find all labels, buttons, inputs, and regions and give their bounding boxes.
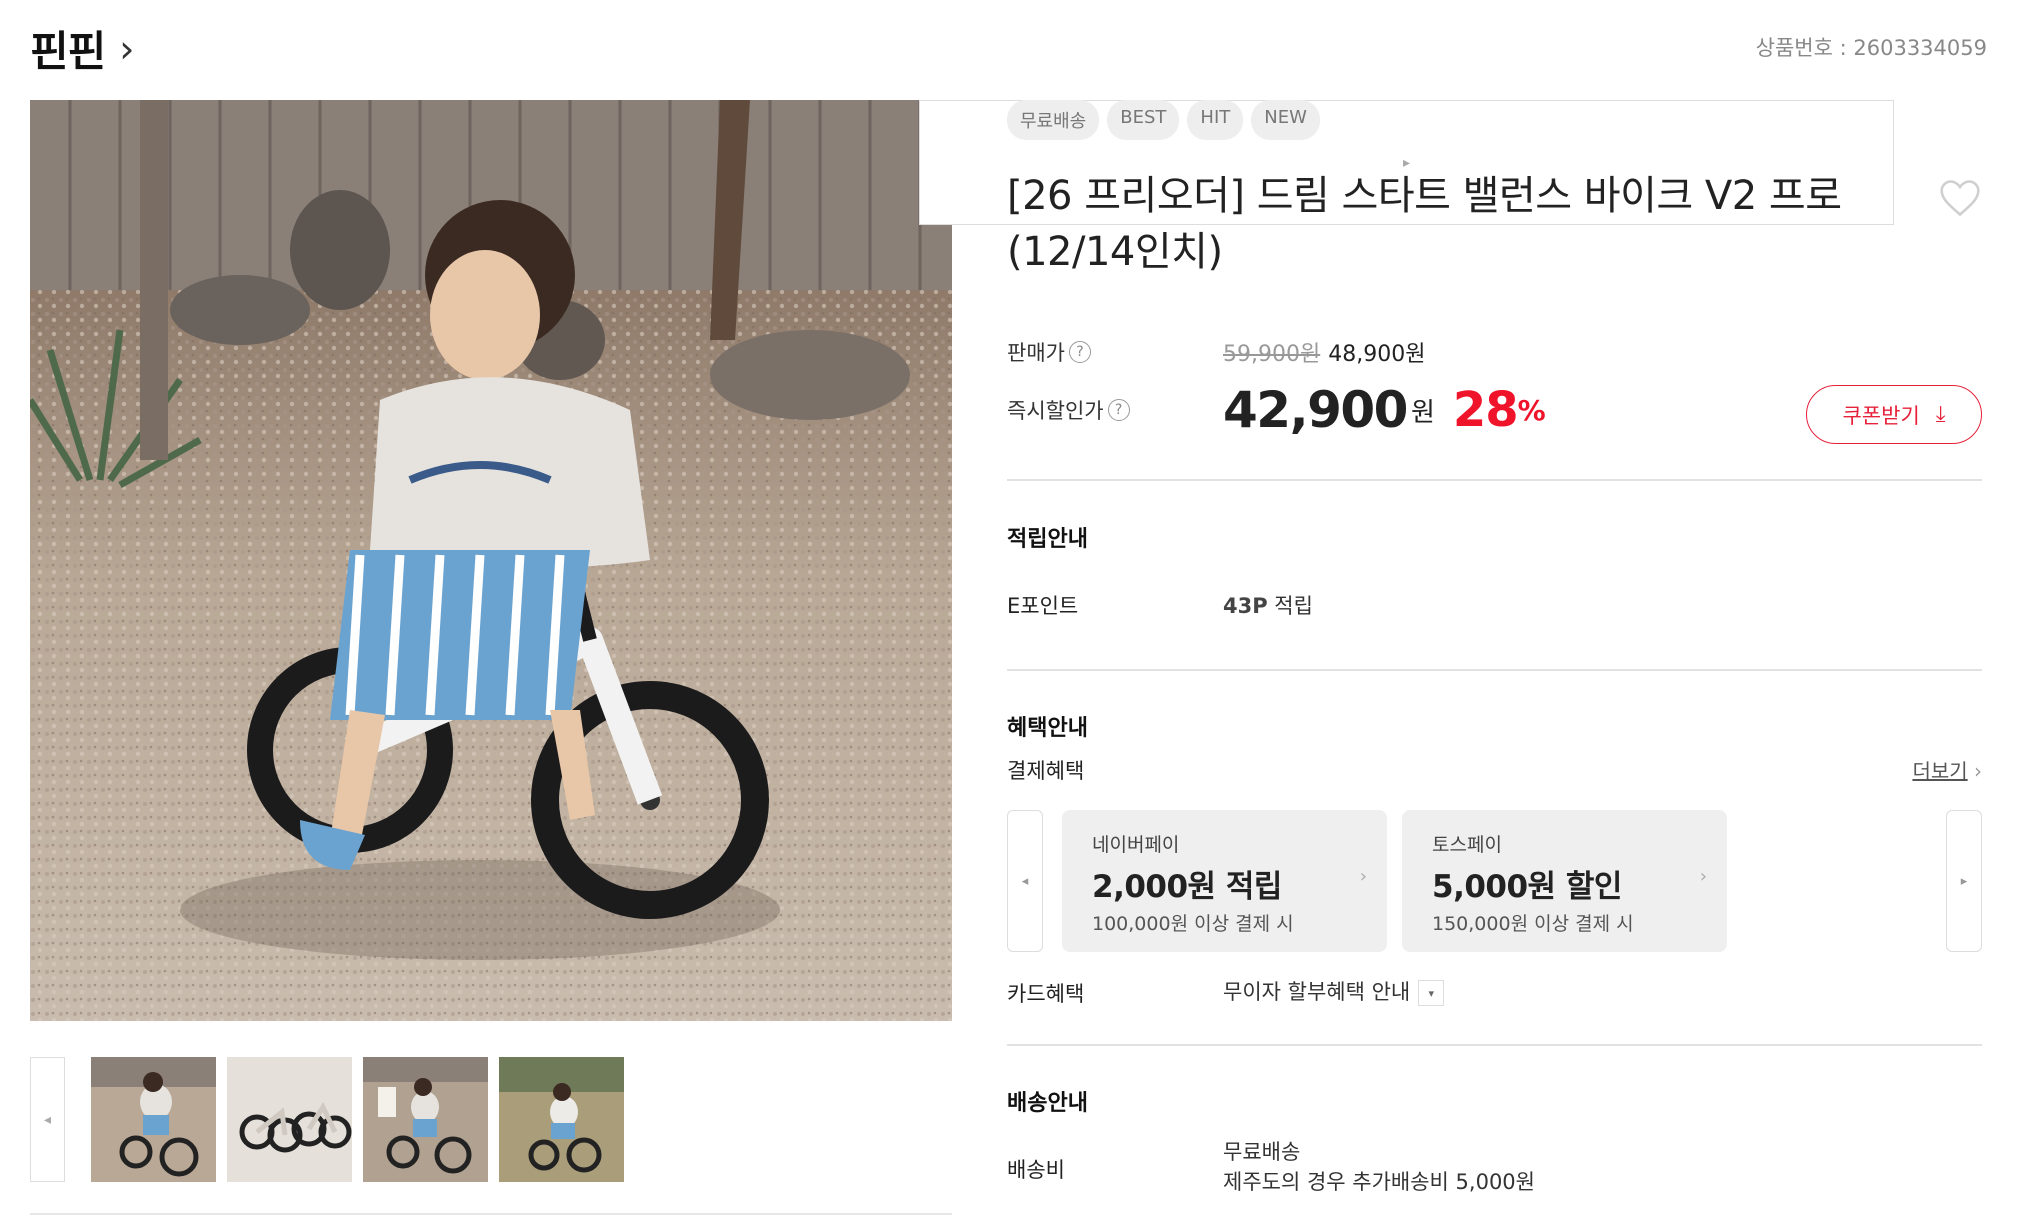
benefit-card-condition: 100,000원 이상 결제 시 — [1092, 913, 1294, 935]
percent-sign: % — [1517, 393, 1546, 427]
chevron-right-icon: › — [119, 26, 135, 71]
more-link-text: 더보기 — [1912, 759, 1968, 783]
shipping-section-title: 배송안내 — [1007, 1091, 1088, 1116]
heart-icon[interactable] — [1938, 176, 1982, 220]
divider — [1007, 1044, 1982, 1046]
benefit-card-name: 토스페이 — [1432, 834, 1502, 856]
shipping-fee-label: 배송비 — [1007, 1158, 1065, 1182]
benefit-card-amount: 2,000원 적립 — [1092, 869, 1282, 905]
payment-benefits-label: 결제혜택 — [1007, 759, 1085, 783]
chevron-right-icon: › — [1359, 866, 1367, 887]
divider — [1007, 479, 1982, 481]
thumbnail-prev-button[interactable]: ◂ — [30, 1057, 65, 1182]
shipping-fee-value: 무료배송 제주도의 경우 추가배송비 5,000원 — [1223, 1137, 1535, 1197]
benefit-prev-button[interactable]: ◂ — [1007, 810, 1043, 952]
points-amount: 43P — [1223, 594, 1268, 618]
product-info-panel: 무료배송 BEST HIT NEW [26 프리오더] 드림 스타트 밸런스 바… — [1007, 100, 1982, 1194]
points-suffix: 적립 — [1267, 594, 1313, 618]
thumbnail-1[interactable] — [91, 1057, 216, 1182]
badge-free-shipping: 무료배송 — [1007, 100, 1100, 140]
badge-list: 무료배송 BEST HIT NEW — [1007, 100, 1982, 140]
benefit-next-button[interactable]: ▸ — [1946, 810, 1982, 952]
sale-price: 48,900원 — [1328, 342, 1426, 367]
instant-price-row: 즉시할인가 ? 42,900 원 28 % — [1007, 381, 1546, 439]
thumbnail-3[interactable] — [363, 1057, 488, 1182]
sale-price-row: 판매가 ? 59,900원 48,900원 — [1007, 336, 1425, 368]
points-label: E포인트 — [1007, 594, 1079, 618]
coupon-button-label: 쿠폰받기 — [1842, 403, 1920, 428]
chevron-right-icon: › — [1974, 759, 1982, 783]
shipping-free: 무료배송 — [1223, 1140, 1301, 1164]
more-link[interactable]: 더보기 › — [1912, 755, 1982, 784]
product-number: 상품번호 : 2603334059 — [1755, 36, 1987, 60]
main-product-image[interactable] — [30, 100, 952, 1021]
instant-price-label-text: 즉시할인가 — [1007, 399, 1104, 423]
help-icon[interactable]: ? — [1068, 341, 1091, 363]
coupon-download-button[interactable]: 쿠폰받기 ⤓ — [1806, 385, 1982, 444]
brand-name: 핀핀 — [30, 27, 106, 76]
thumbnail-image — [363, 1057, 488, 1182]
product-photo — [30, 100, 952, 1021]
benefit-card-condition: 150,000원 이상 결제 시 — [1432, 913, 1634, 935]
thumbnail-2[interactable] — [227, 1057, 352, 1182]
card-benefits-value: 무이자 할부혜택 안내 — [1223, 980, 1411, 1004]
product-title: [26 프리오더] 드림 스타트 밸런스 바이크 V2 프로 (12/14인치) — [1007, 173, 1842, 275]
shipping-jeju-note: 제주도의 경우 추가배송비 5,000원 — [1223, 1170, 1535, 1194]
divider — [30, 1213, 952, 1215]
card-benefits-label: 카드혜택 — [1007, 982, 1085, 1006]
benefit-card-name: 네이버페이 — [1092, 834, 1180, 856]
brand-link[interactable]: 핀핀 › — [30, 18, 134, 79]
points-value: 43P 적립 — [1223, 590, 1313, 620]
discount-rate: 28 — [1452, 382, 1519, 438]
divider — [1007, 669, 1982, 671]
benefit-card-tosspay[interactable]: 토스페이 5,000원 할인 150,000원 이상 결제 시 › — [1402, 810, 1727, 952]
benefit-card-amount: 5,000원 할인 — [1432, 869, 1622, 905]
benefit-card-naverpay[interactable]: 네이버페이 2,000원 적립 100,000원 이상 결제 시 › — [1062, 810, 1387, 952]
badge-best: BEST — [1107, 100, 1180, 140]
thumbnail-4[interactable] — [499, 1057, 624, 1182]
download-icon: ⤓ — [1935, 402, 1946, 427]
instant-price-label: 즉시할인가 ? — [1007, 395, 1223, 425]
chevron-right-icon: › — [1699, 866, 1707, 887]
sale-price-label: 판매가 ? — [1007, 337, 1223, 367]
help-icon[interactable]: ? — [1107, 399, 1130, 421]
thumbnail-image — [91, 1057, 216, 1182]
thumbnail-image — [227, 1057, 352, 1182]
card-benefits-dropdown[interactable]: 무이자 할부혜택 안내 ▾ — [1223, 976, 1445, 1006]
instant-price: 42,900 — [1223, 381, 1408, 439]
benefits-section-title: 혜택안내 — [1007, 716, 1088, 741]
points-section-title: 적립안내 — [1007, 527, 1088, 552]
badge-hit: HIT — [1187, 100, 1244, 140]
thumbnail-list — [91, 1057, 624, 1182]
sale-price-label-text: 판매가 — [1007, 341, 1065, 365]
currency-unit: 원 — [1410, 397, 1435, 428]
thumbnail-image — [499, 1057, 624, 1182]
caret-down-icon: ▾ — [1418, 980, 1445, 1006]
badge-new: NEW — [1251, 100, 1320, 140]
original-price: 59,900원 — [1223, 342, 1321, 367]
